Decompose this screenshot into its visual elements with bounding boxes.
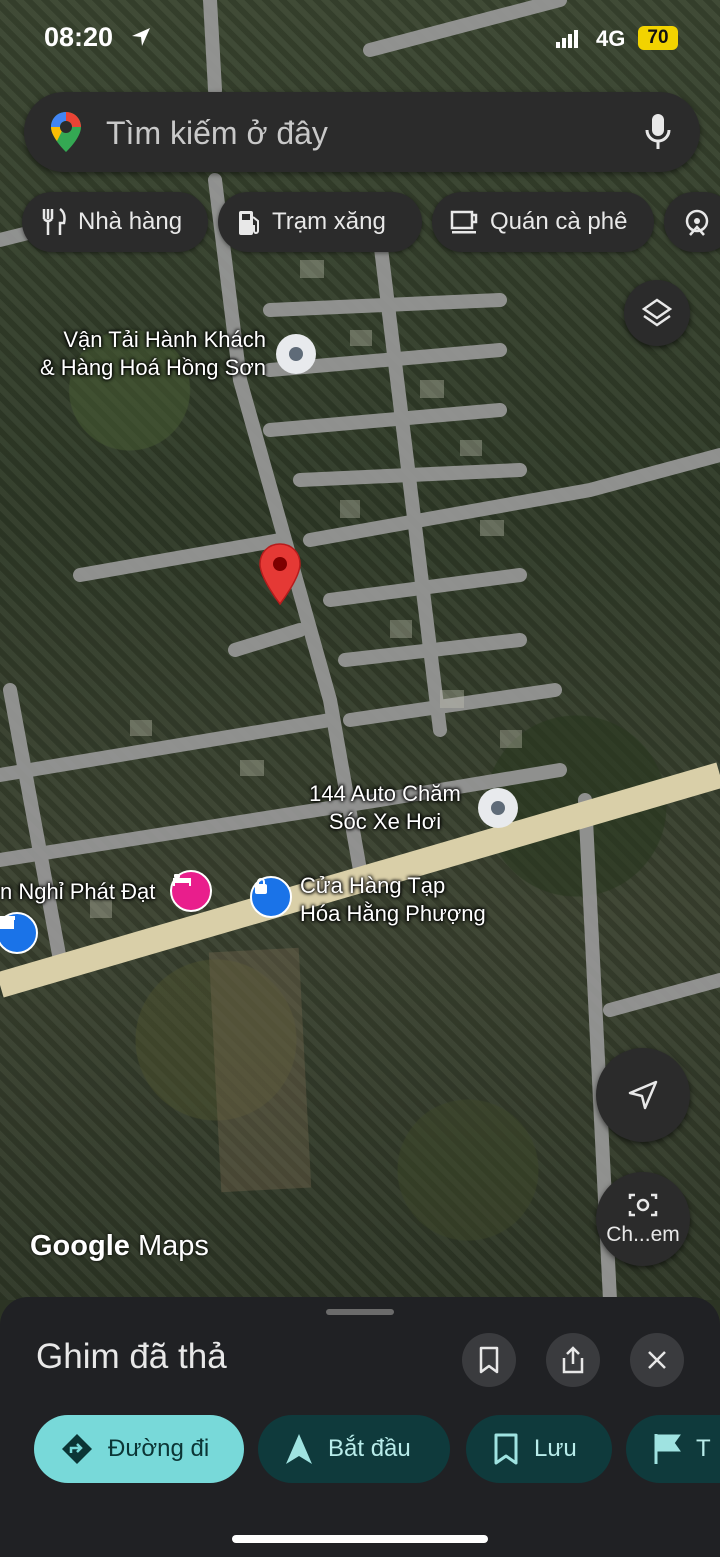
poi-pin-icon[interactable] [478, 788, 518, 828]
drag-handle[interactable] [326, 1309, 394, 1315]
camera-icon [628, 1193, 658, 1217]
directions-icon [62, 1434, 92, 1464]
shopping-bag-icon[interactable] [250, 876, 292, 918]
fork-knife-icon [42, 207, 66, 235]
save-button[interactable]: Lưu [466, 1415, 612, 1483]
start-button[interactable]: Bắt đầu [258, 1415, 450, 1483]
flag-icon [654, 1434, 681, 1464]
chip-cafes[interactable]: Quán cà phê [432, 192, 654, 252]
poi-label-grocery[interactable]: Cửa Hàng Tạp Hóa Hằng Phượng [300, 872, 486, 928]
close-button[interactable] [630, 1333, 684, 1387]
my-location-button[interactable] [596, 1048, 690, 1142]
google-maps-watermark: Google Maps [30, 1230, 209, 1262]
label-button[interactable]: T [626, 1415, 720, 1483]
lens-button[interactable]: Ch...em [596, 1172, 690, 1266]
chip-more[interactable] [664, 192, 720, 252]
bed-icon[interactable] [170, 870, 212, 912]
layers-icon [641, 298, 673, 327]
close-icon [648, 1351, 666, 1369]
navigation-arrow-icon [286, 1434, 312, 1464]
status-bar: 08:20 4G 70 [0, 0, 720, 80]
action-label: Đường đi [108, 1435, 210, 1462]
google-maps-logo-icon [51, 112, 81, 152]
battery-icon: 70 [638, 26, 678, 50]
share-icon [562, 1346, 584, 1374]
action-label: T [696, 1435, 711, 1462]
sheet-title: Ghim đã thả [36, 1337, 227, 1376]
home-indicator[interactable] [232, 1535, 488, 1543]
dropped-pin-icon[interactable] [256, 542, 304, 608]
poi-label-transport[interactable]: Vận Tải Hành Khách & Hàng Hoá Hồng Sơn [26, 326, 266, 382]
navigation-arrow-icon [628, 1080, 658, 1110]
attraction-icon [685, 209, 709, 236]
layers-button[interactable] [624, 280, 690, 346]
action-label: Bắt đầu [328, 1435, 411, 1462]
save-icon-button[interactable] [462, 1333, 516, 1387]
location-arrow-icon [132, 28, 150, 46]
gas-pump-icon [239, 211, 259, 235]
network-type: 4G [596, 26, 626, 51]
search-bar[interactable] [24, 92, 700, 172]
chip-label: Quán cà phê [490, 208, 628, 235]
chip-gas-stations[interactable]: Trạm xăng [218, 192, 422, 252]
directions-button[interactable]: Đường đi [34, 1415, 244, 1483]
chip-label: Nhà hàng [78, 208, 183, 235]
search-input[interactable] [104, 110, 608, 156]
bookmark-icon [479, 1346, 499, 1374]
share-button[interactable] [546, 1333, 600, 1387]
bookmark-icon [494, 1433, 518, 1465]
cellular-signal-icon [556, 30, 578, 48]
chip-restaurants[interactable]: Nhà hàng [22, 192, 208, 252]
clock: 08:20 [44, 22, 114, 52]
lens-button-label: Ch...em [606, 1223, 680, 1246]
microphone-icon[interactable] [644, 112, 672, 152]
place-bottom-sheet[interactable]: Ghim đã thả Đường đi Bắt đầu Lưu T [0, 1297, 720, 1557]
action-label: Lưu [534, 1435, 577, 1462]
chip-label: Trạm xăng [272, 208, 386, 235]
poi-label-hotel[interactable]: n Nghỉ Phát Đạt [0, 878, 155, 906]
coffee-cup-icon [450, 210, 478, 234]
poi-pin-icon[interactable] [276, 334, 316, 374]
poi-label-auto-care[interactable]: 144 Auto Chăm Sóc Xe Hơi [300, 780, 470, 836]
